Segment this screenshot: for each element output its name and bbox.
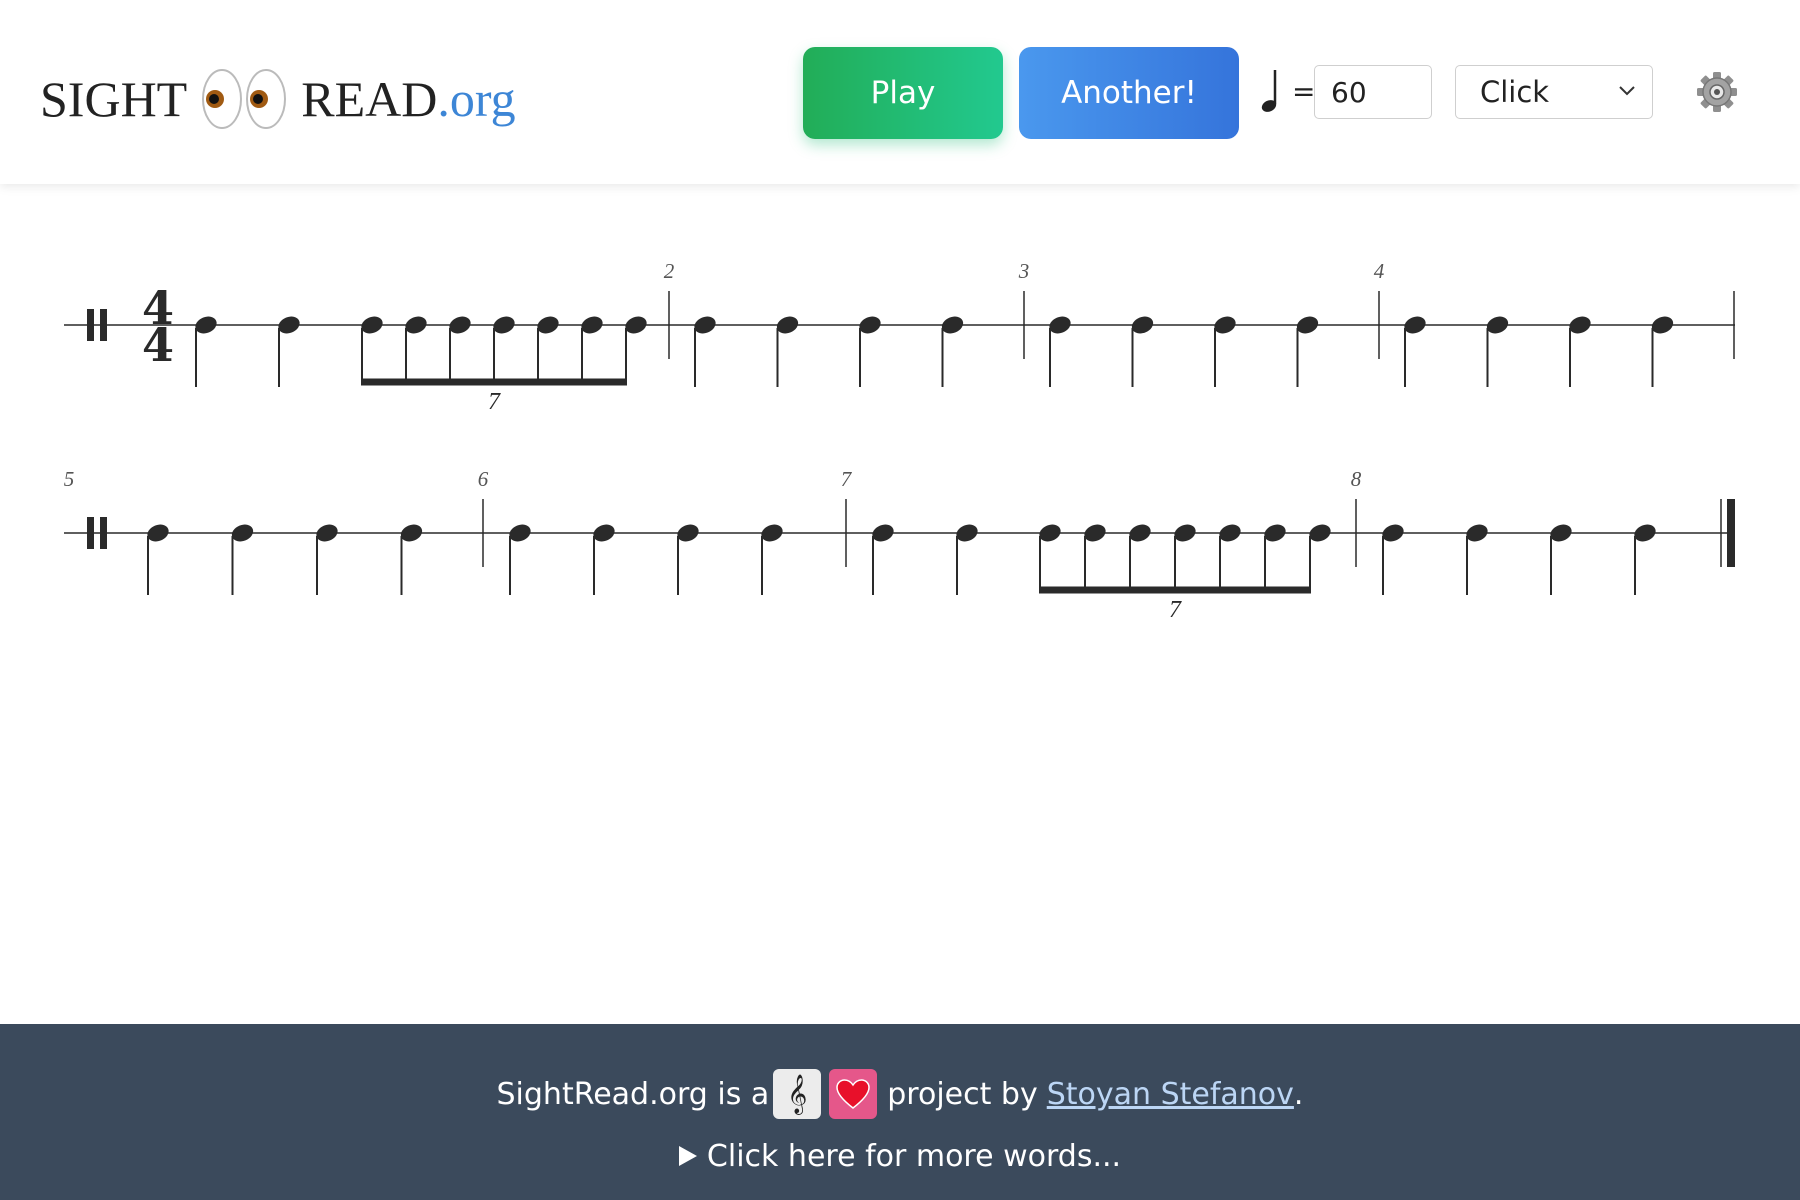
- site-logo[interactable]: SIGHT READ .org: [40, 64, 516, 134]
- quarter-note: [1131, 316, 1154, 387]
- quarter-note: [1569, 316, 1591, 387]
- chevron-down-icon: [1619, 86, 1635, 96]
- quarter-note: [872, 524, 894, 595]
- quarter-note: [694, 316, 716, 387]
- quarter-note: [1651, 316, 1674, 387]
- sound-select[interactable]: Click: [1455, 65, 1653, 119]
- septuplet-group: 7: [361, 316, 647, 415]
- quarter-note: [509, 524, 531, 595]
- quarter-note: [1550, 524, 1572, 595]
- quarter-note: [941, 316, 964, 387]
- final-barline-thick: [1727, 499, 1735, 567]
- tempo-label: =: [1258, 62, 1315, 120]
- time-signature-bottom: 4: [142, 318, 174, 372]
- quarter-note: [1634, 524, 1656, 595]
- logo-org-text: .org: [437, 71, 516, 127]
- measure-number: 4: [1374, 259, 1385, 283]
- another-button[interactable]: Another!: [1019, 47, 1239, 139]
- tempo-input[interactable]: [1314, 65, 1432, 119]
- percussion-clef-bar: [87, 517, 94, 549]
- eyes-icon: [201, 68, 287, 130]
- footer: SightRead.org is a 𝄞 project by Stoyan S…: [0, 1024, 1800, 1200]
- music-clef-icon: 𝄞: [773, 1069, 822, 1119]
- sound-select-value: Click: [1480, 75, 1550, 109]
- quarter-note: [776, 316, 799, 387]
- author-link-wrap: Stoyan Stefanov: [1047, 1077, 1294, 1112]
- percussion-clef-bar: [100, 309, 107, 341]
- logo-sight-text: SIGHT: [40, 71, 188, 127]
- quarter-note: [195, 316, 217, 387]
- quarter-note-icon: [1261, 70, 1277, 112]
- quarter-note: [593, 524, 615, 595]
- quarter-note: [1382, 524, 1404, 595]
- quarter-note: [1049, 316, 1071, 387]
- quarter-note: [956, 524, 978, 595]
- footer-credits: SightRead.org is a 𝄞 project by Stoyan S…: [0, 1066, 1800, 1122]
- measure-number: 8: [1351, 467, 1362, 491]
- percussion-clef-bar: [87, 309, 94, 341]
- quarter-note: [400, 524, 423, 595]
- more-words-label: Click here for more words...: [706, 1138, 1122, 1174]
- quarter-note: [1466, 524, 1488, 595]
- quarter-note: [278, 316, 300, 387]
- tuplet-number: 7: [488, 389, 501, 415]
- quarter-note: [1296, 316, 1319, 387]
- gear-icon[interactable]: [1696, 71, 1738, 113]
- measure-number: 5: [64, 467, 75, 491]
- quarter-note: [859, 316, 881, 387]
- footer-period: .: [1293, 1076, 1304, 1112]
- logo-read-text: READ: [301, 71, 438, 127]
- footer-text-after: project by: [887, 1076, 1038, 1112]
- percussion-clef-bar: [100, 517, 107, 549]
- top-bar: SIGHT READ.org Play Another! = Click: [0, 0, 1800, 184]
- quarter-note: [316, 524, 338, 595]
- author-link[interactable]: Stoyan Stefanov: [1047, 1077, 1294, 1112]
- footer-text-before: SightRead.org is a: [496, 1076, 770, 1112]
- measure-number: 7: [841, 467, 853, 491]
- more-words-toggle[interactable]: Click here for more words...: [0, 1134, 1800, 1178]
- disclosure-triangle-icon: [678, 1146, 697, 1166]
- quarter-note: [231, 524, 254, 595]
- quarter-note: [147, 524, 169, 595]
- measure-number: 3: [1018, 259, 1030, 283]
- play-button[interactable]: Play: [803, 47, 1003, 139]
- quarter-note: [761, 524, 783, 595]
- septuplet-group: 7: [1039, 524, 1331, 623]
- quarter-note: [1404, 316, 1426, 387]
- measure-number: 6: [478, 467, 489, 491]
- measure-number: 2: [664, 259, 675, 283]
- heart-icon: [829, 1069, 878, 1119]
- sheet-music: 4472 3 45 6 778: [64, 259, 1735, 623]
- tempo-equals-sign: =: [1292, 74, 1316, 108]
- quarter-note: [1214, 316, 1236, 387]
- tuplet-number: 7: [1169, 597, 1182, 623]
- quarter-note: [677, 524, 699, 595]
- quarter-note: [1486, 316, 1509, 387]
